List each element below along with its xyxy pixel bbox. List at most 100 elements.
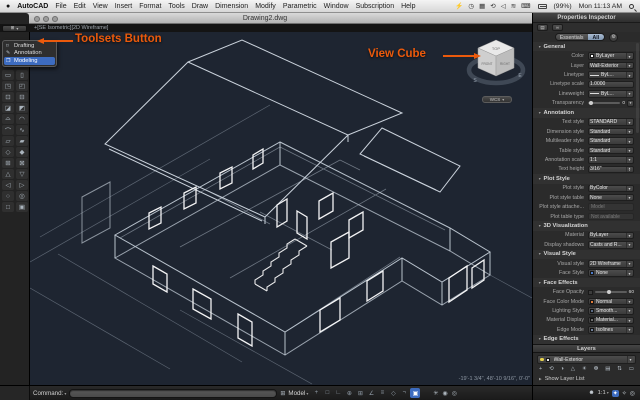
current-layer-dropdown[interactable]: Wall-Exterior xyxy=(537,355,636,364)
annotation-scale-dropdown[interactable]: 1:1 xyxy=(588,156,634,164)
drawing-canvas[interactable]: TOP FRONT RIGHT S E WCS -19'-1 3/4", 48'… xyxy=(30,32,532,385)
status-toggle-icon[interactable]: ¬ xyxy=(399,388,409,398)
status-menu-icon[interactable]: ▦ xyxy=(479,2,485,10)
modeling-tool-icon[interactable]: ⊡ xyxy=(2,92,14,102)
menu-item[interactable]: File xyxy=(55,3,66,10)
modeling-tool-icon[interactable]: ▰ xyxy=(16,136,28,146)
lighting-style-dropdown[interactable]: Smooth... xyxy=(588,307,634,315)
modeling-tool-icon[interactable]: ▷ xyxy=(16,180,28,190)
modeling-tool-icon[interactable]: ⊞ xyxy=(2,158,14,168)
modeling-tool-icon[interactable]: ○ xyxy=(2,191,14,201)
toolset-item[interactable]: ❒ Modeling xyxy=(4,57,55,65)
layer-tool-icon[interactable]: ❆ xyxy=(594,366,599,372)
model-tab-button[interactable]: Model xyxy=(288,390,308,397)
panel-scrollbar[interactable] xyxy=(636,43,639,133)
status-menu-icon[interactable]: ◁ xyxy=(501,2,506,10)
section-header-edge-effects[interactable]: Edge Effects xyxy=(533,335,640,344)
section-header-annotation[interactable]: Annotation xyxy=(533,108,640,117)
status-extra-icon[interactable]: ◎ xyxy=(452,390,457,397)
material-display-dropdown[interactable]: Material... xyxy=(588,317,634,325)
edge-mode-dropdown[interactable]: Isolines xyxy=(588,326,634,334)
sphere-icon[interactable]: ◎ xyxy=(630,390,635,397)
text-style-dropdown[interactable]: STANDARD xyxy=(588,118,634,126)
gear-icon[interactable]: ⚙ xyxy=(609,33,618,42)
section-header-visual-style[interactable]: Visual Style xyxy=(533,250,640,259)
modeling-tool-icon[interactable]: ∿ xyxy=(16,125,28,135)
modeling-tool-icon[interactable]: ◰ xyxy=(16,81,28,91)
panel-title[interactable]: Properties Inspector xyxy=(533,13,640,23)
toolset-item[interactable]: ✎ Annotation xyxy=(4,50,55,58)
opacity-checkbox[interactable] xyxy=(588,290,593,295)
modeling-tool-icon[interactable]: □ xyxy=(2,202,14,212)
section-header-3d-visualization[interactable]: 3D Visualization xyxy=(533,221,640,230)
layer-tool-icon[interactable]: ☀ xyxy=(582,366,587,372)
modeling-tool-icon[interactable]: ⌒ xyxy=(2,125,14,135)
show-layer-list-button[interactable]: Show Layer List xyxy=(533,374,640,383)
modeling-tool-icon[interactable]: ⊟ xyxy=(16,92,28,102)
status-toggle-icon[interactable]: ▣ xyxy=(410,388,420,398)
modeling-tool-icon[interactable]: ▣ xyxy=(16,202,28,212)
menu-clock[interactable]: Mon 11:13 AM xyxy=(579,3,622,10)
modeling-tool-icon[interactable]: ◠ xyxy=(16,114,28,124)
section-header-plot-style[interactable]: Plot Style xyxy=(533,174,640,183)
face-style-dropdown[interactable]: None xyxy=(588,269,634,277)
layer-dropdown[interactable]: Wall-Exterior xyxy=(588,62,634,70)
modeling-tool-icon[interactable]: △ xyxy=(2,169,14,179)
menu-app-name[interactable]: AutoCAD xyxy=(17,3,48,10)
face-opacity-slider[interactable]: 60 xyxy=(588,290,634,295)
status-menu-icon[interactable]: ⌨ xyxy=(521,2,530,10)
linetype-scale-input[interactable]: 1.0000 xyxy=(588,81,634,89)
modeling-tool-icon[interactable]: ⌓ xyxy=(2,114,14,124)
status-toggle-icon[interactable]: ◇ xyxy=(388,388,398,398)
section-header-face-effects[interactable]: Face Effects xyxy=(533,278,640,287)
viewport-label[interactable]: +[SE Isometric][2D Wireframe] xyxy=(34,25,108,31)
lineweight-dropdown[interactable]: ByL... xyxy=(588,90,634,98)
visual-style-dropdown[interactable]: 2D Wireframe xyxy=(588,260,634,268)
layer-on-icon[interactable] xyxy=(540,358,544,362)
menu-item[interactable]: Subscription xyxy=(356,3,395,10)
status-toggle-icon[interactable]: ∟ xyxy=(333,388,343,398)
status-toggle-icon[interactable]: + xyxy=(311,388,321,398)
menu-item[interactable]: Dimension xyxy=(215,3,248,10)
modeling-tool-icon[interactable]: ▭ xyxy=(2,70,14,80)
status-extra-icon[interactable]: ◉ xyxy=(442,390,447,397)
link-icon[interactable]: ∞ xyxy=(552,24,563,31)
slider-knob[interactable] xyxy=(589,101,593,105)
slider-knob[interactable] xyxy=(607,290,611,294)
status-menu-icon[interactable]: ⚡ xyxy=(455,2,463,10)
command-input[interactable] xyxy=(69,389,277,398)
status-toggle-icon[interactable]: ⊕ xyxy=(344,388,354,398)
layer-tool-icon[interactable]: ◑ xyxy=(561,366,564,372)
modeling-tool-icon[interactable]: ⊠ xyxy=(16,158,28,168)
menu-item[interactable]: Draw xyxy=(192,3,208,10)
status-toggle-icon[interactable]: ≡ xyxy=(377,388,387,398)
menu-item[interactable]: Format xyxy=(139,3,161,10)
user-icon[interactable]: ☻ xyxy=(588,390,594,396)
apple-menu-icon[interactable]: ● xyxy=(6,3,10,10)
chevron-down-icon[interactable] xyxy=(627,100,634,107)
slider-track[interactable] xyxy=(588,102,620,104)
modeling-tool-icon[interactable]: ◎ xyxy=(16,191,28,201)
viewport-layout-icon[interactable]: ⊞ xyxy=(280,390,285,397)
menu-item[interactable]: Parametric xyxy=(283,3,317,10)
menu-item[interactable]: Tools xyxy=(168,3,184,10)
menu-item[interactable]: Window xyxy=(324,3,349,10)
modeling-tool-icon[interactable]: ▯ xyxy=(16,70,28,80)
layer-tool-icon[interactable]: + xyxy=(539,366,542,372)
annotation-visibility-icon[interactable]: ✦ xyxy=(612,390,619,397)
multileader-style-dropdown[interactable]: Standard xyxy=(588,137,634,145)
status-menu-icon[interactable]: ⟲ xyxy=(490,2,495,10)
layer-tool-icon[interactable]: ⟲ xyxy=(549,366,554,372)
modeling-tool-icon[interactable]: ◆ xyxy=(16,147,28,157)
display-shadows-dropdown[interactable]: Casts and R... xyxy=(588,241,634,249)
menu-item[interactable]: Help xyxy=(401,3,415,10)
modeling-tool-icon[interactable]: ◁ xyxy=(2,180,14,190)
modeling-tool-icon[interactable]: ◇ xyxy=(2,147,14,157)
stepper-arrows-icon[interactable] xyxy=(626,167,632,172)
status-menu-icon[interactable]: ≋ xyxy=(511,2,516,10)
modeling-tool-icon[interactable]: ▽ xyxy=(16,169,28,179)
dimension-style-dropdown[interactable]: Standard xyxy=(588,128,634,136)
color-dropdown[interactable]: ByLayer xyxy=(588,52,634,60)
status-toggle-icon[interactable]: ∠ xyxy=(366,388,376,398)
layer-tool-icon[interactable]: △ xyxy=(571,366,575,372)
